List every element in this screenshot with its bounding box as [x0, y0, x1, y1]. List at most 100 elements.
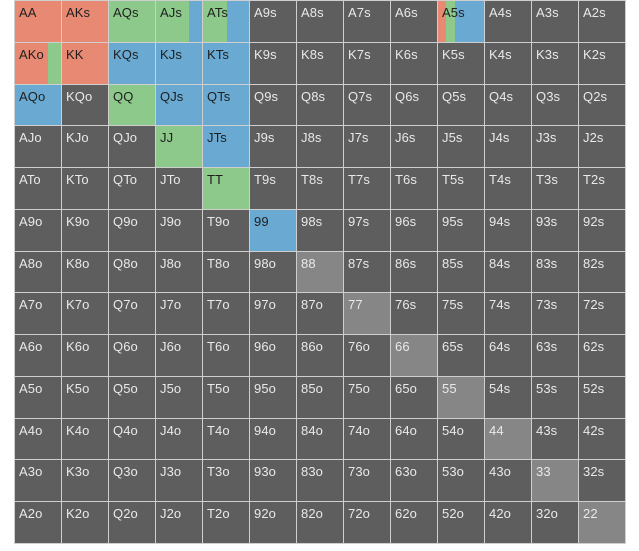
hand-cell-92s[interactable]: 92s: [579, 209, 626, 252]
hand-cell-K2o[interactable]: K2o: [62, 502, 109, 544]
hand-cell-KK[interactable]: KK: [62, 42, 109, 85]
hand-cell-J3s[interactable]: J3s: [532, 126, 579, 169]
hand-cell-54s[interactable]: 54s: [485, 376, 532, 419]
hand-cell-T9o[interactable]: T9o: [203, 209, 250, 252]
hand-cell-QQ[interactable]: QQ: [109, 84, 156, 127]
hand-cell-Q5o[interactable]: Q5o: [109, 376, 156, 419]
hand-cell-43o[interactable]: 43o: [485, 460, 532, 503]
hand-cell-Q5s[interactable]: Q5s: [438, 84, 485, 127]
hand-cell-87s[interactable]: 87s: [344, 251, 391, 294]
hand-cell-J4s[interactable]: J4s: [485, 126, 532, 169]
hand-cell-T2o[interactable]: T2o: [203, 502, 250, 544]
hand-cell-T4o[interactable]: T4o: [203, 418, 250, 461]
hand-cell-76s[interactable]: 76s: [391, 293, 438, 336]
hand-cell-Q7s[interactable]: Q7s: [344, 84, 391, 127]
hand-cell-T8s[interactable]: T8s: [297, 168, 344, 210]
hand-cell-J7s[interactable]: J7s: [344, 126, 391, 169]
hand-cell-Q8s[interactable]: Q8s: [297, 84, 344, 127]
hand-cell-83o[interactable]: 83o: [297, 460, 344, 503]
hand-cell-92o[interactable]: 92o: [250, 502, 297, 544]
hand-cell-JTs[interactable]: JTs: [203, 126, 250, 169]
hand-cell-ATo[interactable]: ATo: [15, 168, 62, 210]
hand-cell-QTo[interactable]: QTo: [109, 168, 156, 210]
hand-cell-99[interactable]: 99: [250, 209, 297, 252]
hand-cell-54o[interactable]: 54o: [438, 418, 485, 461]
hand-cell-J2s[interactable]: J2s: [579, 126, 626, 169]
hand-cell-95o[interactable]: 95o: [250, 376, 297, 419]
hand-cell-A5s[interactable]: A5s: [438, 1, 485, 43]
hand-cell-T9s[interactable]: T9s: [250, 168, 297, 210]
hand-cell-T8o[interactable]: T8o: [203, 251, 250, 294]
hand-cell-85o[interactable]: 85o: [297, 376, 344, 419]
hand-cell-88[interactable]: 88: [297, 251, 344, 294]
hand-cell-72s[interactable]: 72s: [579, 293, 626, 336]
hand-cell-K4o[interactable]: K4o: [62, 418, 109, 461]
hand-cell-JTo[interactable]: JTo: [156, 168, 203, 210]
hand-cell-K8s[interactable]: K8s: [297, 42, 344, 85]
hand-cell-J8o[interactable]: J8o: [156, 251, 203, 294]
hand-cell-K9s[interactable]: K9s: [250, 42, 297, 85]
hand-cell-84o[interactable]: 84o: [297, 418, 344, 461]
hand-cell-T7o[interactable]: T7o: [203, 293, 250, 336]
hand-cell-53o[interactable]: 53o: [438, 460, 485, 503]
hand-cell-J6o[interactable]: J6o: [156, 335, 203, 377]
hand-cell-A2s[interactable]: A2s: [579, 1, 626, 43]
hand-cell-K7s[interactable]: K7s: [344, 42, 391, 85]
hand-cell-62s[interactable]: 62s: [579, 335, 626, 377]
hand-cell-AKs[interactable]: AKs: [62, 1, 109, 43]
hand-cell-T2s[interactable]: T2s: [579, 168, 626, 210]
hand-cell-AQo[interactable]: AQo: [15, 84, 62, 127]
hand-cell-ATs[interactable]: ATs: [203, 1, 250, 43]
hand-cell-K8o[interactable]: K8o: [62, 251, 109, 294]
hand-cell-96s[interactable]: 96s: [391, 209, 438, 252]
hand-cell-94o[interactable]: 94o: [250, 418, 297, 461]
hand-cell-32s[interactable]: 32s: [579, 460, 626, 503]
hand-cell-85s[interactable]: 85s: [438, 251, 485, 294]
hand-cell-75s[interactable]: 75s: [438, 293, 485, 336]
hand-cell-K6s[interactable]: K6s: [391, 42, 438, 85]
hand-cell-A7o[interactable]: A7o: [15, 293, 62, 336]
hand-cell-J9s[interactable]: J9s: [250, 126, 297, 169]
hand-cell-Q8o[interactable]: Q8o: [109, 251, 156, 294]
hand-cell-42s[interactable]: 42s: [579, 418, 626, 461]
hand-cell-64o[interactable]: 64o: [391, 418, 438, 461]
hand-cell-AQs[interactable]: AQs: [109, 1, 156, 43]
hand-cell-55[interactable]: 55: [438, 376, 485, 419]
hand-cell-94s[interactable]: 94s: [485, 209, 532, 252]
hand-cell-T6s[interactable]: T6s: [391, 168, 438, 210]
hand-cell-KQs[interactable]: KQs: [109, 42, 156, 85]
hand-cell-QTs[interactable]: QTs: [203, 84, 250, 127]
hand-cell-22[interactable]: 22: [579, 502, 626, 544]
hand-cell-J3o[interactable]: J3o: [156, 460, 203, 503]
hand-cell-T4s[interactable]: T4s: [485, 168, 532, 210]
hand-cell-J2o[interactable]: J2o: [156, 502, 203, 544]
hand-cell-TT[interactable]: TT: [203, 168, 250, 210]
hand-cell-A8s[interactable]: A8s: [297, 1, 344, 43]
hand-cell-A2o[interactable]: A2o: [15, 502, 62, 544]
hand-cell-96o[interactable]: 96o: [250, 335, 297, 377]
hand-cell-86s[interactable]: 86s: [391, 251, 438, 294]
hand-cell-AKo[interactable]: AKo: [15, 42, 62, 85]
hand-cell-QJs[interactable]: QJs: [156, 84, 203, 127]
hand-cell-J5o[interactable]: J5o: [156, 376, 203, 419]
hand-cell-J8s[interactable]: J8s: [297, 126, 344, 169]
hand-cell-97s[interactable]: 97s: [344, 209, 391, 252]
hand-cell-32o[interactable]: 32o: [532, 502, 579, 544]
hand-cell-Q6o[interactable]: Q6o: [109, 335, 156, 377]
hand-cell-52o[interactable]: 52o: [438, 502, 485, 544]
hand-cell-98s[interactable]: 98s: [297, 209, 344, 252]
hand-cell-82s[interactable]: 82s: [579, 251, 626, 294]
hand-cell-T5s[interactable]: T5s: [438, 168, 485, 210]
hand-cell-KTo[interactable]: KTo: [62, 168, 109, 210]
hand-cell-83s[interactable]: 83s: [532, 251, 579, 294]
hand-cell-95s[interactable]: 95s: [438, 209, 485, 252]
hand-cell-65o[interactable]: 65o: [391, 376, 438, 419]
hand-cell-33[interactable]: 33: [532, 460, 579, 503]
hand-cell-62o[interactable]: 62o: [391, 502, 438, 544]
hand-cell-KJs[interactable]: KJs: [156, 42, 203, 85]
hand-cell-A8o[interactable]: A8o: [15, 251, 62, 294]
hand-cell-Q9s[interactable]: Q9s: [250, 84, 297, 127]
hand-cell-82o[interactable]: 82o: [297, 502, 344, 544]
hand-cell-AJo[interactable]: AJo: [15, 126, 62, 169]
hand-cell-T6o[interactable]: T6o: [203, 335, 250, 377]
